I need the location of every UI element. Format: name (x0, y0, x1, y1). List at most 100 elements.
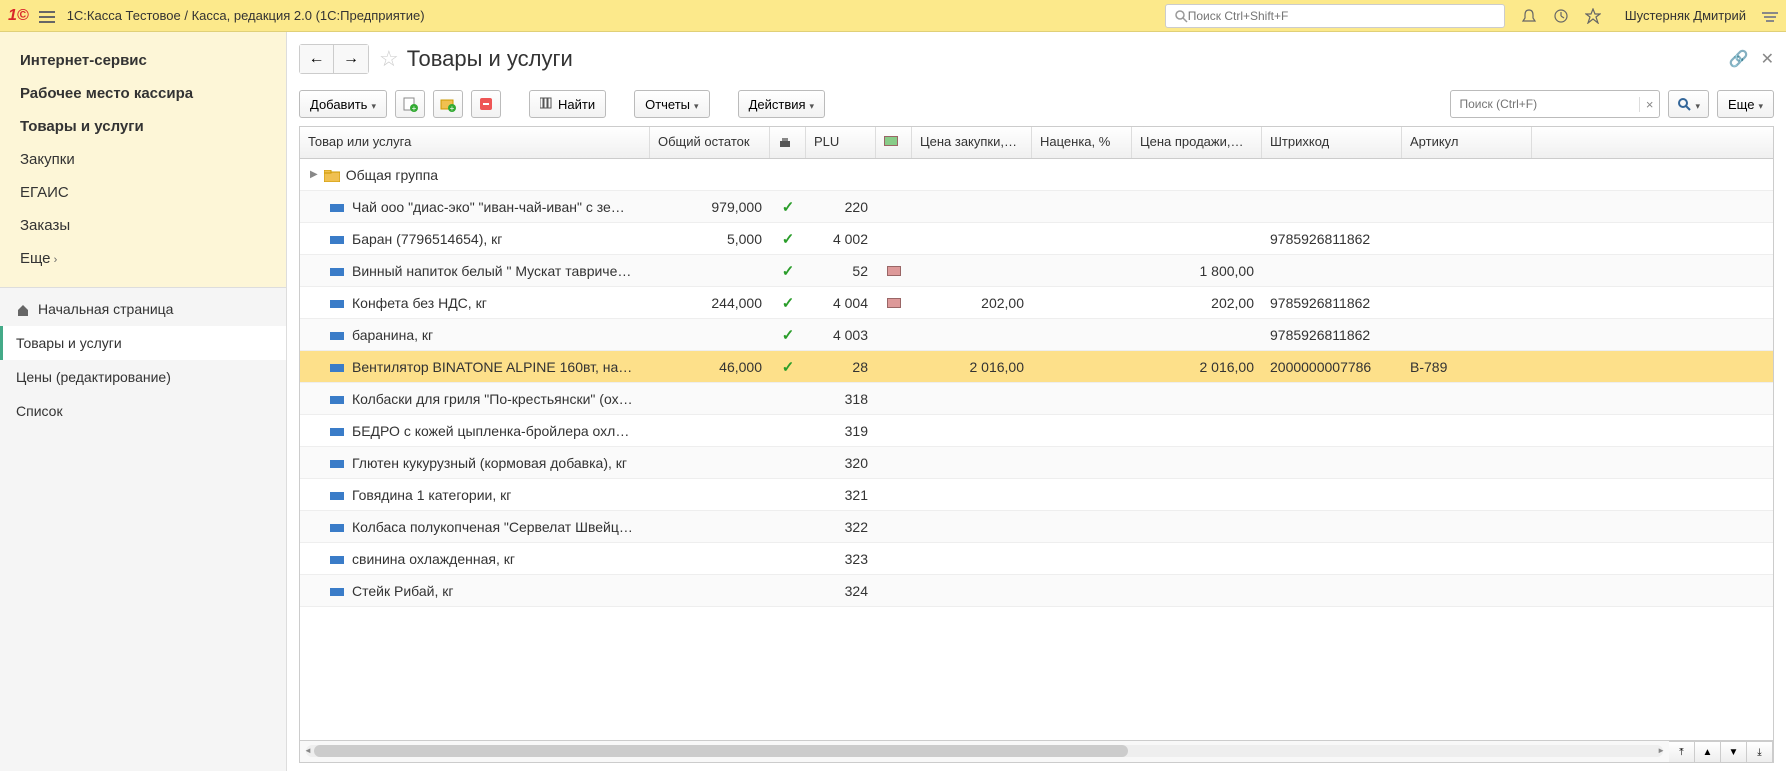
nav-item[interactable]: Еще (0, 242, 286, 275)
nav2-item[interactable]: Список (0, 394, 286, 428)
table-row[interactable]: Винный напиток белый " Мускат тавриче…✓5… (300, 255, 1773, 287)
app-logo: 1© (8, 7, 29, 25)
back-button[interactable]: ← (300, 45, 334, 73)
folder-icon (324, 167, 340, 183)
nav-secondary: Начальная страница Товары и услуги Цены (р… (0, 287, 286, 771)
table-row[interactable]: Конфета без НДС, кг244,000✓4 004202,0020… (300, 287, 1773, 319)
global-search-input[interactable] (1188, 9, 1496, 23)
sidebar: Интернет-сервисРабочее место кассираТова… (0, 32, 287, 771)
col-article[interactable]: Артикул (1402, 127, 1532, 158)
app-topbar: 1© 1С:Касса Тестовое / Касса, редакция 2… (0, 0, 1786, 32)
star-icon[interactable] (1585, 7, 1601, 24)
nav-back-forward: ← → (299, 44, 369, 74)
col-sell[interactable]: Цена продажи,… (1132, 127, 1262, 158)
nav-item[interactable]: ЕГАИС (0, 176, 286, 209)
bell-icon[interactable] (1521, 7, 1537, 24)
new-item-button[interactable]: + (395, 90, 425, 118)
check-icon: ✓ (782, 327, 795, 344)
main-area: ← → ☆ Товары и услуги 🔗 ✕ Добавить + + (287, 32, 1786, 771)
table-search[interactable]: × (1450, 90, 1660, 118)
link-icon[interactable]: 🔗 (1729, 49, 1749, 69)
table-footer: ⤒ ▲ ▼ ⤓ (300, 740, 1773, 762)
new-folder-button[interactable]: + (433, 90, 463, 118)
add-button[interactable]: Добавить (299, 90, 387, 118)
item-icon (330, 364, 344, 372)
nav-primary: Интернет-сервисРабочее место кассираТова… (0, 32, 286, 287)
table-row[interactable]: Баран (7796514654), кг5,000✓4 0029785926… (300, 223, 1773, 255)
item-icon (330, 524, 344, 532)
item-icon (330, 428, 344, 436)
settings-icon[interactable] (1762, 8, 1778, 23)
item-icon (330, 268, 344, 276)
nav-item[interactable]: Рабочее место кассира (0, 77, 286, 110)
table-row[interactable]: БЕДРО с кожей цыпленка-бройлера охл…319 (300, 415, 1773, 447)
col-plu[interactable]: PLU (806, 127, 876, 158)
actions-button[interactable]: Действия (738, 90, 826, 118)
col-buy[interactable]: Цена закупки,… (912, 127, 1032, 158)
search-icon (1174, 8, 1188, 24)
nav2-item[interactable]: Цены (редактирование) (0, 360, 286, 394)
table-search-input[interactable] (1451, 97, 1638, 111)
item-icon (330, 236, 344, 244)
nav2-label: Начальная страница (38, 301, 173, 317)
group-row[interactable]: ▶ Общая группа (300, 159, 1773, 191)
app-title: 1С:Касса Тестовое / Касса, редакция 2.0 … (67, 8, 425, 23)
table-row[interactable]: Стейк Рибай, кг324 (300, 575, 1773, 607)
col-barcode[interactable]: Штрихкод (1262, 127, 1402, 158)
check-icon: ✓ (782, 295, 795, 312)
close-icon[interactable]: ✕ (1761, 49, 1774, 69)
check-icon: ✓ (782, 263, 795, 280)
home-icon (16, 301, 30, 317)
expand-icon[interactable]: ▶ (310, 169, 318, 180)
nav2-label: Товары и услуги (16, 335, 122, 351)
user-name[interactable]: Шустерняк Дмитрий (1625, 8, 1746, 23)
favorite-star-icon[interactable]: ☆ (379, 46, 399, 72)
toolbar: Добавить + + Найти Отчеты Действия × (299, 86, 1774, 126)
money-badge-icon (887, 266, 901, 276)
reports-button[interactable]: Отчеты (634, 90, 709, 118)
table-row[interactable]: Колбаски для гриля "По-крестьянски" (ох…… (300, 383, 1773, 415)
global-search[interactable] (1165, 4, 1505, 28)
col-markup[interactable]: Наценка, % (1032, 127, 1132, 158)
data-table: Товар или услуга Общий остаток PLU Цена … (299, 126, 1774, 763)
table-header-row: Товар или услуга Общий остаток PLU Цена … (300, 127, 1773, 159)
money-badge-icon (887, 298, 901, 308)
scroll-up-button[interactable]: ▲ (1695, 741, 1721, 763)
table-row[interactable]: Вентилятор BINATONE ALPINE 160вт, на…46,… (300, 351, 1773, 383)
col-name[interactable]: Товар или услуга (300, 127, 650, 158)
col-money-icon[interactable] (876, 127, 912, 158)
table-row[interactable]: баранина, кг✓4 0039785926811862 (300, 319, 1773, 351)
delete-button[interactable] (471, 90, 501, 118)
nav2-item[interactable]: Товары и услуги (0, 326, 286, 360)
table-row[interactable]: Глютен кукурузный (кормовая добавка), кг… (300, 447, 1773, 479)
clear-search-icon[interactable]: × (1639, 97, 1660, 112)
main-header: ← → ☆ Товары и услуги 🔗 ✕ (299, 40, 1774, 86)
table-row[interactable]: свинина охлажденная, кг323 (300, 543, 1773, 575)
item-icon (330, 556, 344, 564)
item-icon (330, 396, 344, 404)
history-icon[interactable] (1553, 7, 1569, 24)
table-row[interactable]: Говядина 1 категории, кг321 (300, 479, 1773, 511)
scroll-top-button[interactable]: ⤒ (1669, 741, 1695, 763)
forward-button[interactable]: → (334, 45, 368, 73)
nav-item[interactable]: Заказы (0, 209, 286, 242)
more-button[interactable]: Еще (1717, 90, 1774, 118)
nav-item[interactable]: Товары и услуги (0, 110, 286, 143)
scroll-bottom-button[interactable]: ⤓ (1747, 741, 1773, 763)
nav-item[interactable]: Интернет-сервис (0, 44, 286, 77)
table-row[interactable]: Колбаса полукопченая "Сервелат Швейц…322 (300, 511, 1773, 543)
table-row[interactable]: Чай ооо "диас-эко" "иван-чай-иван" с зе…… (300, 191, 1773, 223)
item-icon (330, 492, 344, 500)
check-icon: ✓ (782, 359, 795, 376)
nav2-item[interactable]: Начальная страница (0, 292, 286, 326)
nav-item[interactable]: Закупки (0, 143, 286, 176)
horizontal-scrollbar[interactable] (306, 745, 1663, 757)
col-printer-icon[interactable] (770, 127, 806, 158)
col-stock[interactable]: Общий остаток (650, 127, 770, 158)
svg-text:+: + (412, 104, 417, 112)
find-button[interactable]: Найти (529, 90, 606, 118)
search-button[interactable] (1668, 90, 1709, 118)
scroll-down-button[interactable]: ▼ (1721, 741, 1747, 763)
item-icon (330, 300, 344, 308)
hamburger-icon[interactable] (39, 8, 55, 23)
